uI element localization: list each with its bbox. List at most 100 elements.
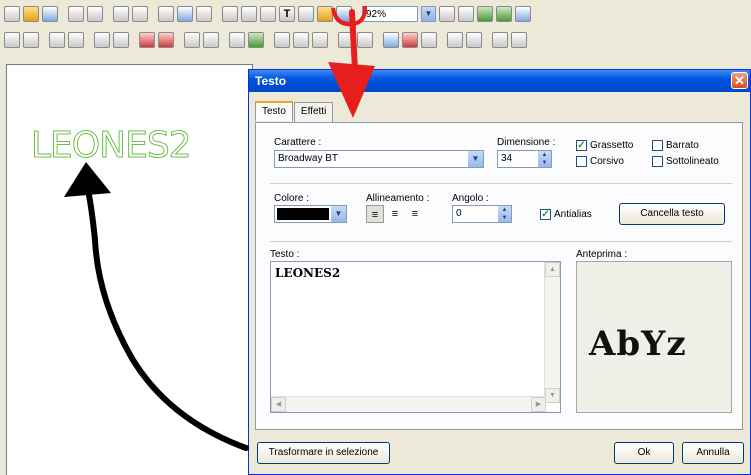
color-swatch xyxy=(277,208,329,220)
zoom-in-icon[interactable] xyxy=(439,6,455,22)
font-select[interactable]: Broadway BT ▼ xyxy=(274,150,484,168)
brightness-up-icon[interactable] xyxy=(49,32,65,48)
text-label: Testo : xyxy=(270,249,300,260)
angle-label: Angolo : xyxy=(452,193,489,204)
ok-button[interactable]: Ok xyxy=(614,442,674,464)
preview-text: AbYz xyxy=(589,324,687,364)
triangle-icon[interactable] xyxy=(338,32,354,48)
print-icon[interactable] xyxy=(68,6,84,22)
contrast-up-icon[interactable] xyxy=(94,32,110,48)
brightness-down-icon[interactable] xyxy=(68,32,84,48)
checkbox-icon xyxy=(576,156,587,167)
bold-checkbox[interactable]: ✓ Grassetto xyxy=(576,140,633,151)
dialog-titlebar[interactable]: Testo ✕ xyxy=(249,70,750,92)
gamma-up-icon[interactable] xyxy=(184,32,200,48)
monitor-icon[interactable] xyxy=(383,32,399,48)
underline-checkbox[interactable]: Sottolineato xyxy=(652,156,719,167)
fullscreen-icon[interactable] xyxy=(515,6,531,22)
italic-label: Corsivo xyxy=(590,156,624,167)
spin-arrows-icon[interactable]: ▲ ▼ xyxy=(538,151,551,167)
undo-icon[interactable] xyxy=(113,6,129,22)
open-folder-icon[interactable] xyxy=(23,6,39,22)
convert-to-selection-button[interactable]: Trasformare in selezione xyxy=(257,442,390,464)
import-icon[interactable] xyxy=(511,32,527,48)
antialias-label: Antialias xyxy=(554,209,592,220)
monitor-red-icon[interactable] xyxy=(402,32,418,48)
histogram-icon[interactable] xyxy=(421,32,437,48)
vertical-scrollbar[interactable]: ▲ ▼ xyxy=(544,262,560,403)
effects-icon[interactable] xyxy=(317,6,333,22)
preview-label: Anteprima : xyxy=(576,249,628,260)
window-icon[interactable] xyxy=(336,6,352,22)
chevron-down-icon[interactable]: ▼ xyxy=(421,6,436,22)
gamma-down-icon[interactable] xyxy=(203,32,219,48)
cancel-button[interactable]: Annulla xyxy=(682,442,744,464)
horizontal-scrollbar[interactable]: ◀ ▶ xyxy=(271,396,546,412)
auto-contrast-icon[interactable] xyxy=(23,32,39,48)
selection-icon[interactable] xyxy=(260,6,276,22)
layers-icon[interactable] xyxy=(466,32,482,48)
clear-text-button[interactable]: Cancella testo xyxy=(619,203,725,225)
blur-icon[interactable] xyxy=(293,32,309,48)
text-dialog: Testo ✕ Testo Effetti Carattere : Broadw… xyxy=(248,69,751,475)
book-icon[interactable] xyxy=(447,32,463,48)
export-icon[interactable] xyxy=(492,32,508,48)
size-value: 34 xyxy=(501,153,513,164)
drop-icon[interactable] xyxy=(312,32,328,48)
redo-icon[interactable] xyxy=(132,6,148,22)
actual-size-icon[interactable] xyxy=(496,6,512,22)
image-canvas[interactable]: LEONES2 xyxy=(6,64,253,475)
zoom-out-icon[interactable] xyxy=(458,6,474,22)
clone-icon[interactable] xyxy=(298,6,314,22)
toolbar-area: T 92% ▼ xyxy=(0,0,751,56)
antialias-checkbox[interactable]: ✓ Antialias xyxy=(540,209,592,220)
copy-icon[interactable] xyxy=(222,6,238,22)
size-label: Dimensione : xyxy=(497,137,556,148)
scroll-right-icon[interactable]: ▶ xyxy=(531,397,546,412)
scroll-up-icon[interactable]: ▲ xyxy=(545,262,560,277)
tab-effetti[interactable]: Effetti xyxy=(293,102,334,122)
scroll-down-icon[interactable]: ▼ xyxy=(545,388,560,403)
paste-icon[interactable] xyxy=(241,6,257,22)
angle-value: 0 xyxy=(456,208,462,219)
fit-window-icon[interactable] xyxy=(477,6,493,22)
underline-label: Sottolineato xyxy=(666,156,719,167)
main-toolbar: T 92% ▼ xyxy=(4,2,531,26)
triangle-alt-icon[interactable] xyxy=(357,32,373,48)
align-left-icon[interactable]: ≡ xyxy=(366,205,384,223)
italic-checkbox[interactable]: Corsivo xyxy=(576,156,624,167)
print-preview-icon[interactable] xyxy=(87,6,103,22)
text-input[interactable]: LEONES2 ▲ ▼ ◀ ▶ xyxy=(270,261,561,413)
crop-icon[interactable] xyxy=(196,6,212,22)
palette-icon[interactable] xyxy=(177,6,193,22)
save-icon[interactable] xyxy=(42,6,58,22)
color-picker[interactable]: ▼ xyxy=(274,205,347,223)
tab-testo[interactable]: Testo xyxy=(255,101,293,121)
scroll-left-icon[interactable]: ◀ xyxy=(271,397,286,412)
new-file-icon[interactable] xyxy=(4,6,20,22)
divider xyxy=(270,183,732,184)
strike-label: Barrato xyxy=(666,140,699,151)
chevron-down-icon[interactable]: ▼ xyxy=(468,151,483,167)
contrast-down-icon[interactable] xyxy=(113,32,129,48)
close-icon[interactable]: ✕ xyxy=(731,72,748,89)
zoom-combo[interactable]: 92% xyxy=(362,6,418,22)
spin-arrows-icon[interactable]: ▲ ▼ xyxy=(498,206,511,222)
chevron-down-icon[interactable]: ▼ xyxy=(331,206,346,222)
saturation-up-icon[interactable] xyxy=(139,32,155,48)
angle-input[interactable]: 0 ▲ ▼ xyxy=(452,205,512,223)
checkbox-checked-icon: ✓ xyxy=(576,140,587,151)
grid-green-icon[interactable] xyxy=(248,32,264,48)
align-center-icon[interactable]: ≡ xyxy=(386,205,404,223)
saturation-down-icon[interactable] xyxy=(158,32,174,48)
text-tool-icon[interactable]: T xyxy=(279,6,295,22)
canvas-text: LEONES2 xyxy=(31,125,193,167)
font-label: Carattere : xyxy=(274,137,322,148)
auto-level-icon[interactable] xyxy=(4,32,20,48)
size-input[interactable]: 34 ▲ ▼ xyxy=(497,150,552,168)
grid-icon[interactable] xyxy=(229,32,245,48)
sharpen-icon[interactable] xyxy=(274,32,290,48)
align-right-icon[interactable]: ≡ xyxy=(406,205,424,223)
image-icon[interactable] xyxy=(158,6,174,22)
strike-checkbox[interactable]: Barrato xyxy=(652,140,699,151)
